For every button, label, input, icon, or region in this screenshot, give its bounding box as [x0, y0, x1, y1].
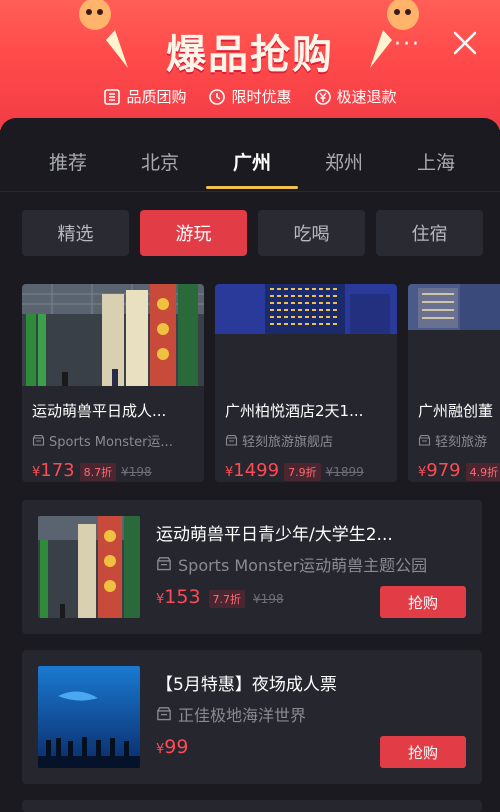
- featured-card[interactable]: 运动萌兽平日成人... Sports Monster运... ¥173 8.7折…: [22, 284, 204, 482]
- tab-category-food[interactable]: 吃喝: [258, 210, 365, 256]
- store-icon: [157, 707, 171, 721]
- store-icon: [418, 434, 431, 446]
- discount-badge: 7.7折: [208, 590, 246, 608]
- discount-badge: 4.9折: [465, 463, 500, 481]
- tab-city-guangzhou[interactable]: 广州: [206, 118, 298, 190]
- tab-category-play[interactable]: 游玩: [140, 210, 247, 256]
- product-image: [38, 516, 140, 618]
- product-name: 运动萌兽平日成人...: [32, 402, 167, 420]
- tab-category-stay[interactable]: 住宿: [376, 210, 483, 256]
- deal-card[interactable]: 运动萌兽平日青少年/大学生2... Sports Monster运动萌兽主题公园…: [22, 500, 482, 634]
- feature-fast-refund: 极速退款: [314, 86, 397, 107]
- tab-city-shanghai[interactable]: 上海: [390, 118, 482, 190]
- tab-city-beijing[interactable]: 北京: [114, 118, 206, 190]
- tab-city-zhengzhou[interactable]: 郑州: [298, 118, 390, 190]
- current-price: ¥1499: [225, 460, 280, 481]
- tab-city-recommended[interactable]: 推荐: [22, 118, 114, 190]
- current-price: ¥979: [418, 460, 461, 481]
- close-icon[interactable]: [452, 30, 478, 56]
- original-price: ¥198: [121, 465, 152, 479]
- product-image: [215, 284, 397, 386]
- header-banner: 爆品抢购 ··· 品质团购 限时优惠 极速退款: [0, 0, 500, 130]
- city-tabs: 推荐 北京 广州 郑州 上海: [0, 118, 500, 190]
- page-title: 爆品抢购: [166, 32, 334, 78]
- category-tabs: 精选 游玩 吃喝 住宿: [22, 210, 483, 256]
- price-row: ¥1499 7.9折 ¥1899: [215, 450, 397, 481]
- price-row: ¥979 4.9折: [408, 450, 500, 481]
- tab-divider: [0, 191, 500, 192]
- original-price: ¥198: [253, 592, 284, 606]
- group-icon: [104, 88, 121, 105]
- current-price: ¥153: [156, 586, 201, 608]
- shop-name: 正佳极地海洋世界: [156, 702, 306, 726]
- current-price: ¥99: [156, 736, 189, 758]
- featured-card[interactable]: 广州融创董 轻刻旅游 ¥979 4.9折: [408, 284, 500, 482]
- store-icon: [32, 434, 45, 446]
- product-image: [408, 284, 500, 386]
- next-deal-card[interactable]: [22, 800, 482, 812]
- feature-label: 限时优惠: [231, 88, 292, 106]
- buy-now-button[interactable]: 抢购: [380, 586, 466, 618]
- product-name: 运动萌兽平日青少年/大学生2...: [156, 525, 393, 545]
- product-name: 【5月特惠】夜场成人票: [156, 675, 337, 695]
- price-row: ¥173 8.7折 ¥198: [22, 450, 204, 481]
- shop-name: Sports Monster运...: [22, 421, 204, 450]
- feature-label: 品质团购: [126, 88, 187, 106]
- store-icon: [157, 557, 171, 571]
- discount-badge: 8.7折: [79, 463, 117, 481]
- more-options-icon[interactable]: ···: [394, 32, 421, 57]
- feature-limited-time: 限时优惠: [208, 86, 292, 107]
- featured-card[interactable]: 广州柏悦酒店2天1... 轻刻旅游旗舰店 ¥1499 7.9折 ¥1899: [215, 284, 397, 482]
- price-row: ¥99: [156, 736, 188, 758]
- product-image: [22, 284, 204, 386]
- feature-group-buy: 品质团购: [103, 86, 186, 107]
- tab-category-selected[interactable]: 精选: [22, 210, 129, 256]
- product-name: 广州融创董: [418, 402, 494, 420]
- clock-icon: [209, 88, 226, 105]
- price-row: ¥153 7.7折 ¥198: [156, 586, 284, 608]
- shop-name: Sports Monster运动萌兽主题公园: [156, 552, 427, 576]
- shop-name: 轻刻旅游旗舰店: [215, 421, 397, 450]
- current-price: ¥173: [32, 460, 75, 481]
- yen-icon: [314, 88, 331, 105]
- discount-badge: 7.9折: [284, 463, 321, 481]
- shop-name: 轻刻旅游: [408, 421, 500, 450]
- original-price: ¥1899: [325, 465, 364, 479]
- featured-carousel: 运动萌兽平日成人... Sports Monster运... ¥173 8.7折…: [22, 284, 500, 482]
- feature-strip: 品质团购 限时优惠 极速退款: [0, 86, 500, 107]
- product-name: 广州柏悦酒店2天1...: [225, 402, 364, 420]
- product-image: [38, 666, 140, 768]
- buy-now-button[interactable]: 抢购: [380, 736, 466, 768]
- deal-card[interactable]: 【5月特惠】夜场成人票 正佳极地海洋世界 ¥99 抢购: [22, 650, 482, 784]
- store-icon: [225, 434, 238, 446]
- feature-label: 极速退款: [336, 88, 397, 106]
